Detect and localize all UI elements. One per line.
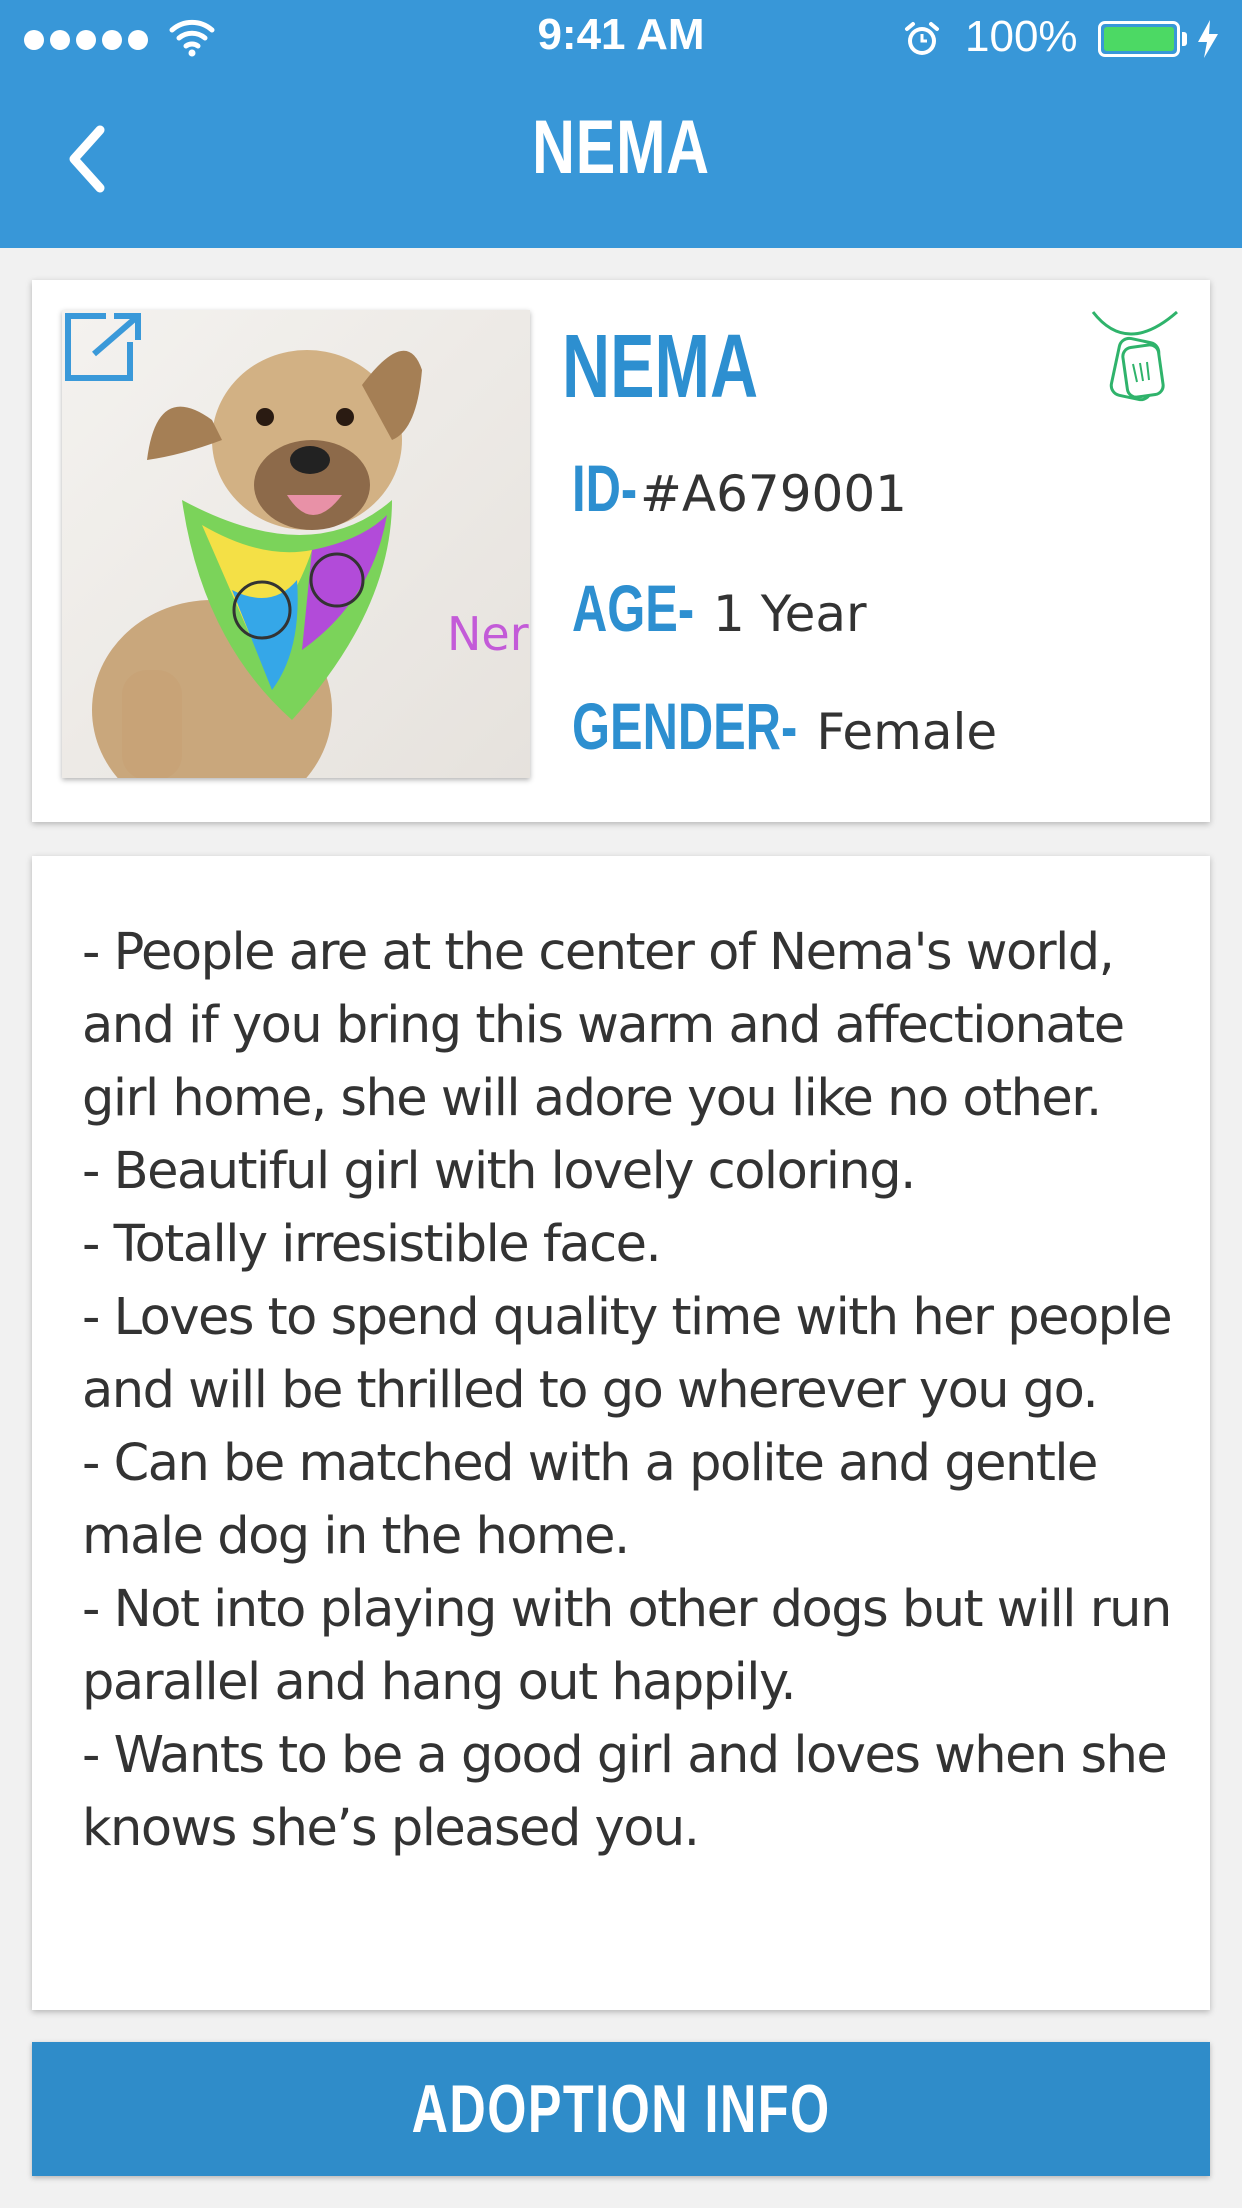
status-bar: 9:41 AM 100% — [0, 0, 1242, 80]
age-value: 1 Year — [713, 585, 867, 643]
pet-photo[interactable]: Ner — [62, 310, 530, 778]
description-line: - Wants to be a good girl and loves when… — [82, 1726, 1168, 1858]
gender-value: Female — [816, 703, 998, 761]
dog-tag-icon[interactable] — [1087, 306, 1187, 406]
pet-info-card: Ner NEMA ID- #A679001 AGE- 1 Year GENDER… — [32, 280, 1210, 822]
adoption-info-button[interactable]: ADOPTION INFO — [32, 2042, 1210, 2176]
age-label: AGE- — [572, 571, 695, 645]
id-value: #A679001 — [639, 465, 907, 523]
pet-age-row: AGE- 1 Year — [572, 570, 867, 646]
description-text[interactable]: - People are at the center of Nema's wor… — [82, 916, 1172, 1968]
pet-name: NEMA — [562, 317, 759, 417]
description-line: - Beautiful girl with lovely coloring. — [82, 1142, 916, 1201]
open-external-icon[interactable] — [62, 310, 146, 384]
description-line: - Not into playing with other dogs but w… — [82, 1580, 1172, 1712]
battery-icon — [1098, 21, 1180, 57]
battery-percent: 100% — [965, 12, 1078, 61]
description-line: - Can be matched with a polite and gentl… — [82, 1434, 1098, 1566]
nav-bar: 9:41 AM 100% NEMA — [0, 0, 1242, 248]
gender-label: GENDER- — [572, 689, 798, 763]
description-line: - People are at the center of Nema's wor… — [82, 923, 1125, 1128]
bolt-icon — [1198, 20, 1218, 58]
description-card[interactable]: - People are at the center of Nema's wor… — [32, 856, 1210, 2010]
description-line: - Loves to spend quality time with her p… — [82, 1288, 1172, 1420]
back-chevron-icon[interactable] — [64, 124, 116, 194]
description-line: - Totally irresistible face. — [82, 1215, 662, 1274]
adoption-info-label: ADOPTION INFO — [411, 2071, 831, 2147]
photo-caption: Ner — [447, 607, 529, 661]
alarm-clock-icon — [905, 22, 939, 55]
id-label: ID- — [572, 451, 638, 525]
pet-id-row: ID- #A679001 — [572, 450, 907, 526]
page-title: NEMA — [532, 105, 710, 190]
pet-gender-row: GENDER- Female — [572, 688, 997, 764]
